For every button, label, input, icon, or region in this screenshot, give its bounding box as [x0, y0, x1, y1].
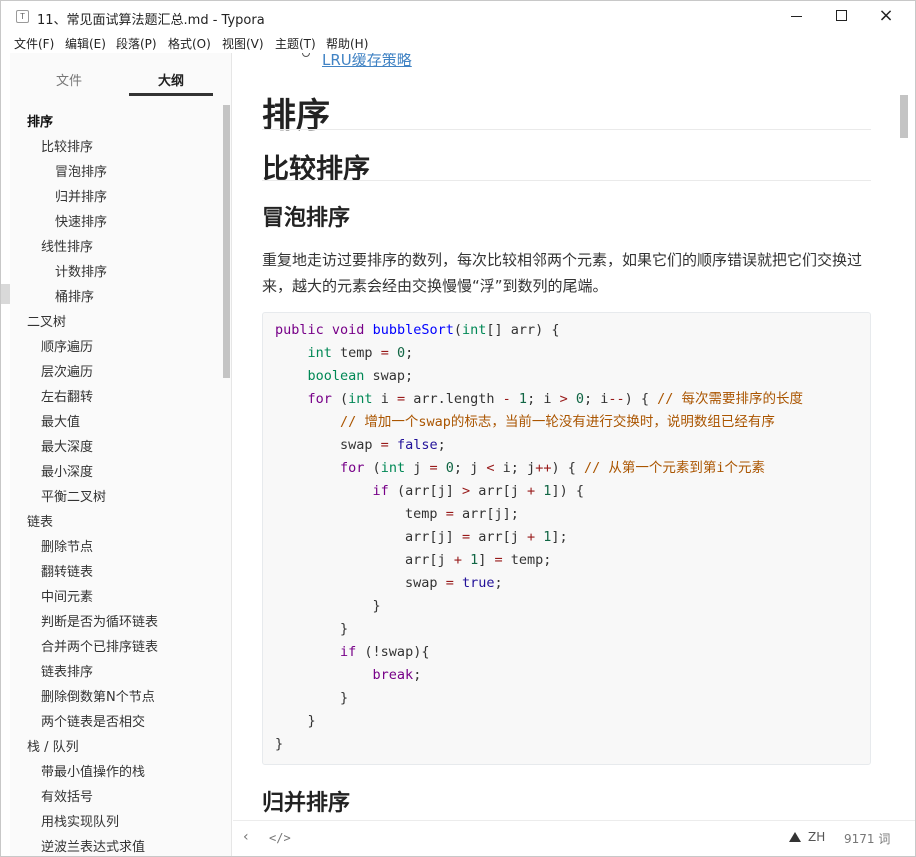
outline-item[interactable]: 栈 / 队列	[27, 735, 79, 760]
tab-files[interactable]: 文件	[27, 70, 111, 89]
outline-item[interactable]: 最小深度	[41, 460, 93, 485]
editor-scrollbar[interactable]	[900, 95, 908, 138]
code-line: temp = arr[j];	[275, 506, 519, 522]
warning-icon[interactable]	[789, 832, 801, 842]
code-line: if (!swap){	[340, 644, 430, 660]
code-line: }	[275, 736, 284, 752]
toc-link-lru[interactable]: LRU缓存策略	[322, 53, 412, 70]
code-line: }	[275, 598, 381, 614]
language-indicator[interactable]: ZH	[808, 830, 825, 844]
outline-item[interactable]: 冒泡排序	[55, 160, 107, 185]
source-mode-button[interactable]: </>	[269, 831, 291, 845]
left-edge-marker	[1, 284, 10, 304]
list-bullet	[302, 53, 310, 57]
menu-paragraph[interactable]: 段落(P)	[116, 35, 157, 52]
outline-item[interactable]: 两个链表是否相交	[41, 710, 145, 735]
word-count[interactable]: 9171 词	[844, 830, 890, 847]
heading-3: 冒泡排序	[262, 206, 351, 231]
code-block[interactable]: public void bubbleSort(int[] arr) { int …	[262, 312, 871, 765]
app-window: T 11、常见面试算法题汇总.md - Typora × 文件(F) 编辑(E)…	[0, 0, 916, 857]
maximize-icon	[835, 9, 847, 21]
menu-bar: 文件(F) 编辑(E) 段落(P) 格式(O) 视图(V) 主题(T) 帮助(H…	[1, 33, 915, 53]
code-line: public void bubbleSort(int[] arr) {	[275, 322, 560, 338]
title-bar: T 11、常见面试算法题汇总.md - Typora ×	[1, 1, 915, 33]
outline-item[interactable]: 快速排序	[55, 210, 107, 235]
close-button[interactable]: ×	[863, 1, 909, 33]
sidebar: 文件 大纲 排序 比较排序 冒泡排序 归并排序 快速排序 线性排序 计数排序 桶排序 二叉树 顺序…	[10, 53, 232, 856]
code-line: break;	[372, 667, 422, 683]
status-bar: ‹ </> ZH 9171 词	[233, 820, 915, 856]
outline-item[interactable]: 删除节点	[41, 535, 93, 560]
outline-item[interactable]: 用栈实现队列	[41, 810, 119, 835]
menu-view[interactable]: 视图(V)	[222, 35, 264, 52]
menu-format[interactable]: 格式(O)	[168, 35, 211, 52]
code-line: for (int j = 0; j < i; j++) { // 从第一个元素到…	[340, 460, 765, 476]
maximize-button[interactable]	[818, 1, 864, 33]
menu-theme[interactable]: 主题(T)	[275, 35, 316, 52]
heading-1-rule	[262, 129, 871, 130]
window-title: 11、常见面试算法题汇总.md - Typora	[37, 13, 265, 28]
active-tab-indicator	[129, 93, 213, 96]
outline-item[interactable]: 计数排序	[55, 260, 107, 285]
outline-item[interactable]: 顺序遍历	[41, 335, 93, 360]
code-line: // 增加一个swap的标志，当前一轮没有进行交换时，说明数组已经有序	[340, 414, 775, 430]
outline-item[interactable]: 中间元素	[41, 585, 93, 610]
editor-area[interactable]: LRU缓存策略 排序 比较排序 冒泡排序 重复地走访过要排序的数列，每次比较相邻…	[233, 53, 915, 820]
outline-item[interactable]: 逆波兰表达式求值	[41, 835, 145, 856]
outline-item[interactable]: 桶排序	[55, 285, 94, 310]
outline-item[interactable]: 合并两个已排序链表	[41, 635, 158, 660]
code-line: swap = true;	[275, 575, 503, 591]
outline-item[interactable]: 带最小值操作的栈	[41, 760, 145, 785]
menu-edit[interactable]: 编辑(E)	[65, 35, 106, 52]
heading-2-rule	[262, 180, 871, 181]
outline-item[interactable]: 平衡二叉树	[41, 485, 106, 510]
outline-item[interactable]: 判断是否为循环链表	[41, 610, 158, 635]
minimize-button[interactable]	[773, 1, 819, 33]
outline-item[interactable]: 链表	[27, 510, 53, 535]
outline-item[interactable]: 二叉树	[27, 310, 66, 335]
sidebar-toggle-button[interactable]: ‹	[243, 829, 249, 845]
outline-item[interactable]: 线性排序	[41, 235, 93, 260]
paragraph: 重复地走访过要排序的数列，每次比较相邻两个元素，如果它们的顺序错误就把它们交换过…	[262, 251, 863, 295]
outline-item[interactable]: 层次遍历	[41, 360, 93, 385]
code-line: arr[j] = arr[j + 1];	[275, 529, 568, 545]
outline-item[interactable]: 归并排序	[55, 185, 107, 210]
code-line: }	[275, 621, 349, 637]
outline-item[interactable]: 最大值	[41, 410, 80, 435]
typora-app-icon: T	[16, 10, 29, 23]
menu-help[interactable]: 帮助(H)	[326, 35, 368, 52]
heading-3-next: 归并排序	[262, 791, 351, 816]
sidebar-scrollbar[interactable]	[223, 105, 230, 378]
menu-file[interactable]: 文件(F)	[14, 35, 54, 52]
code-line: }	[275, 713, 316, 729]
outline-item[interactable]: 链表排序	[41, 660, 93, 685]
outline-item[interactable]: 左右翻转	[41, 385, 93, 410]
outline-item[interactable]: 排序	[27, 110, 53, 135]
outline-item[interactable]: 删除倒数第N个节点	[41, 685, 155, 710]
code-line: arr[j + 1] = temp;	[275, 552, 552, 568]
code-line: boolean swap;	[307, 368, 414, 384]
outline-item[interactable]: 比较排序	[41, 135, 93, 160]
outline-item[interactable]: 有效括号	[41, 785, 93, 810]
code-line: }	[275, 690, 349, 706]
minimize-icon	[790, 16, 802, 17]
outline-item[interactable]: 翻转链表	[41, 560, 93, 585]
tab-outline[interactable]: 大纲	[129, 70, 213, 89]
code-line: swap = false;	[275, 437, 446, 453]
code-line: if (arr[j] > arr[j + 1]) {	[372, 483, 584, 499]
code-line: int temp = 0;	[307, 345, 414, 361]
outline-item[interactable]: 最大深度	[41, 435, 93, 460]
code-line: for (int i = arr.length - 1; i > 0; i--)…	[307, 391, 804, 407]
